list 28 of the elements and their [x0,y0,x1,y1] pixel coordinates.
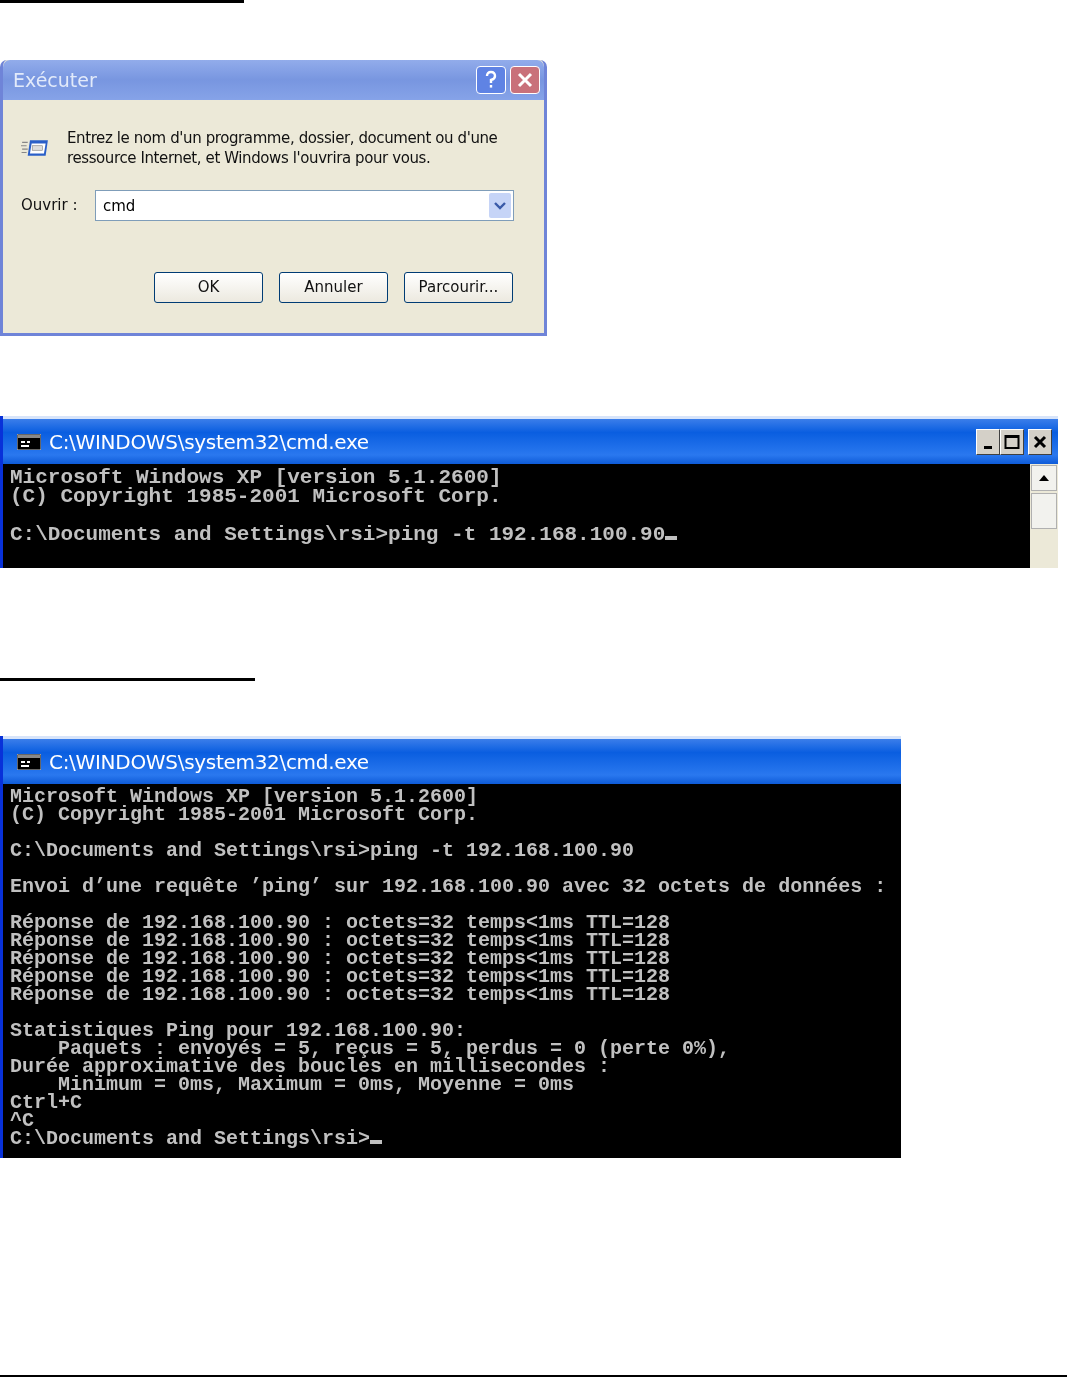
console-icon [17,753,41,770]
window-title: Exécuter [13,67,98,93]
browse-button[interactable]: Parcourir... [404,272,513,303]
console-line: C:\Documents and Settings\rsi>ping -t 192.168.100.90 [10,839,635,862]
field-label: Ouvrir : [21,195,78,217]
maximize-button[interactable] [1000,428,1024,455]
help-icon [484,70,498,90]
minimize-button[interactable] [976,428,1000,455]
close-button[interactable] [1028,428,1052,455]
window-title: C:\WINDOWS\system32\cmd.exe [49,428,370,456]
instruction-text: Entrez le nom d'un programme, dossier, document ou d'une ressource Internet, et Windows l'ouvrira pour vous. [67,128,499,168]
up-arrow-icon [1039,475,1049,481]
ok-button[interactable]: OK [154,272,263,303]
minimize-icon [984,445,992,449]
console-icon [17,433,41,450]
help-button[interactable] [476,66,506,94]
close-icon [1033,435,1047,449]
scrollbar[interactable] [1030,464,1058,568]
dropdown-button[interactable] [489,193,511,218]
console-line: C:\Documents and Settings\rsi>ping -t 192.168.100.90 [10,523,666,546]
cancel-button[interactable]: Annuler [279,272,388,303]
scroll-thumb[interactable] [1031,493,1057,529]
close-icon [517,72,533,88]
scroll-up-button[interactable] [1031,465,1057,491]
console-line: Envoi d’une requête ’ping’ sur 192.168.100.90 avec 32 octets de données : [10,875,887,898]
window-title: C:\WINDOWS\system32\cmd.exe [49,748,370,776]
open-combobox[interactable]: cmd [95,190,514,221]
maximize-icon [1004,434,1020,450]
